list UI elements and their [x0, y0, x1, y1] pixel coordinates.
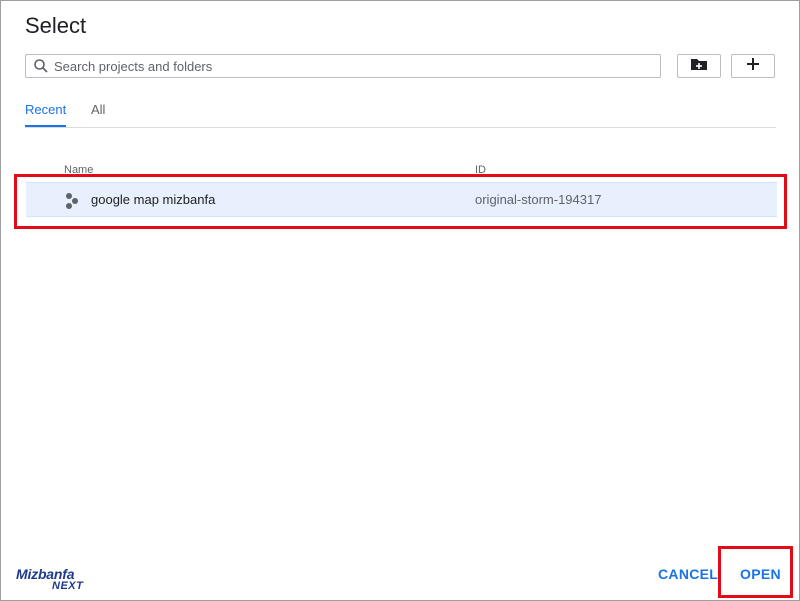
search-icon — [30, 55, 52, 77]
dialog-title: Select — [25, 13, 87, 38]
dialog-frame — [0, 0, 800, 601]
cancel-button[interactable]: CANCEL — [658, 566, 718, 582]
add-button[interactable] — [731, 54, 775, 78]
plus-icon — [746, 57, 760, 76]
annotation-box-row — [14, 174, 787, 229]
mizbanfa-logo: Mizbanfa NEXT — [14, 566, 96, 596]
annotation-box-open — [718, 546, 793, 598]
search-box[interactable] — [25, 54, 661, 78]
tab-bar: Recent All — [25, 96, 776, 128]
logo-sub-text: NEXT — [52, 580, 84, 592]
tab-recent[interactable]: Recent — [25, 102, 67, 127]
search-input[interactable] — [52, 58, 660, 74]
new-folder-icon — [690, 56, 708, 77]
new-folder-button[interactable] — [677, 54, 721, 78]
tab-all[interactable]: All — [91, 102, 105, 126]
